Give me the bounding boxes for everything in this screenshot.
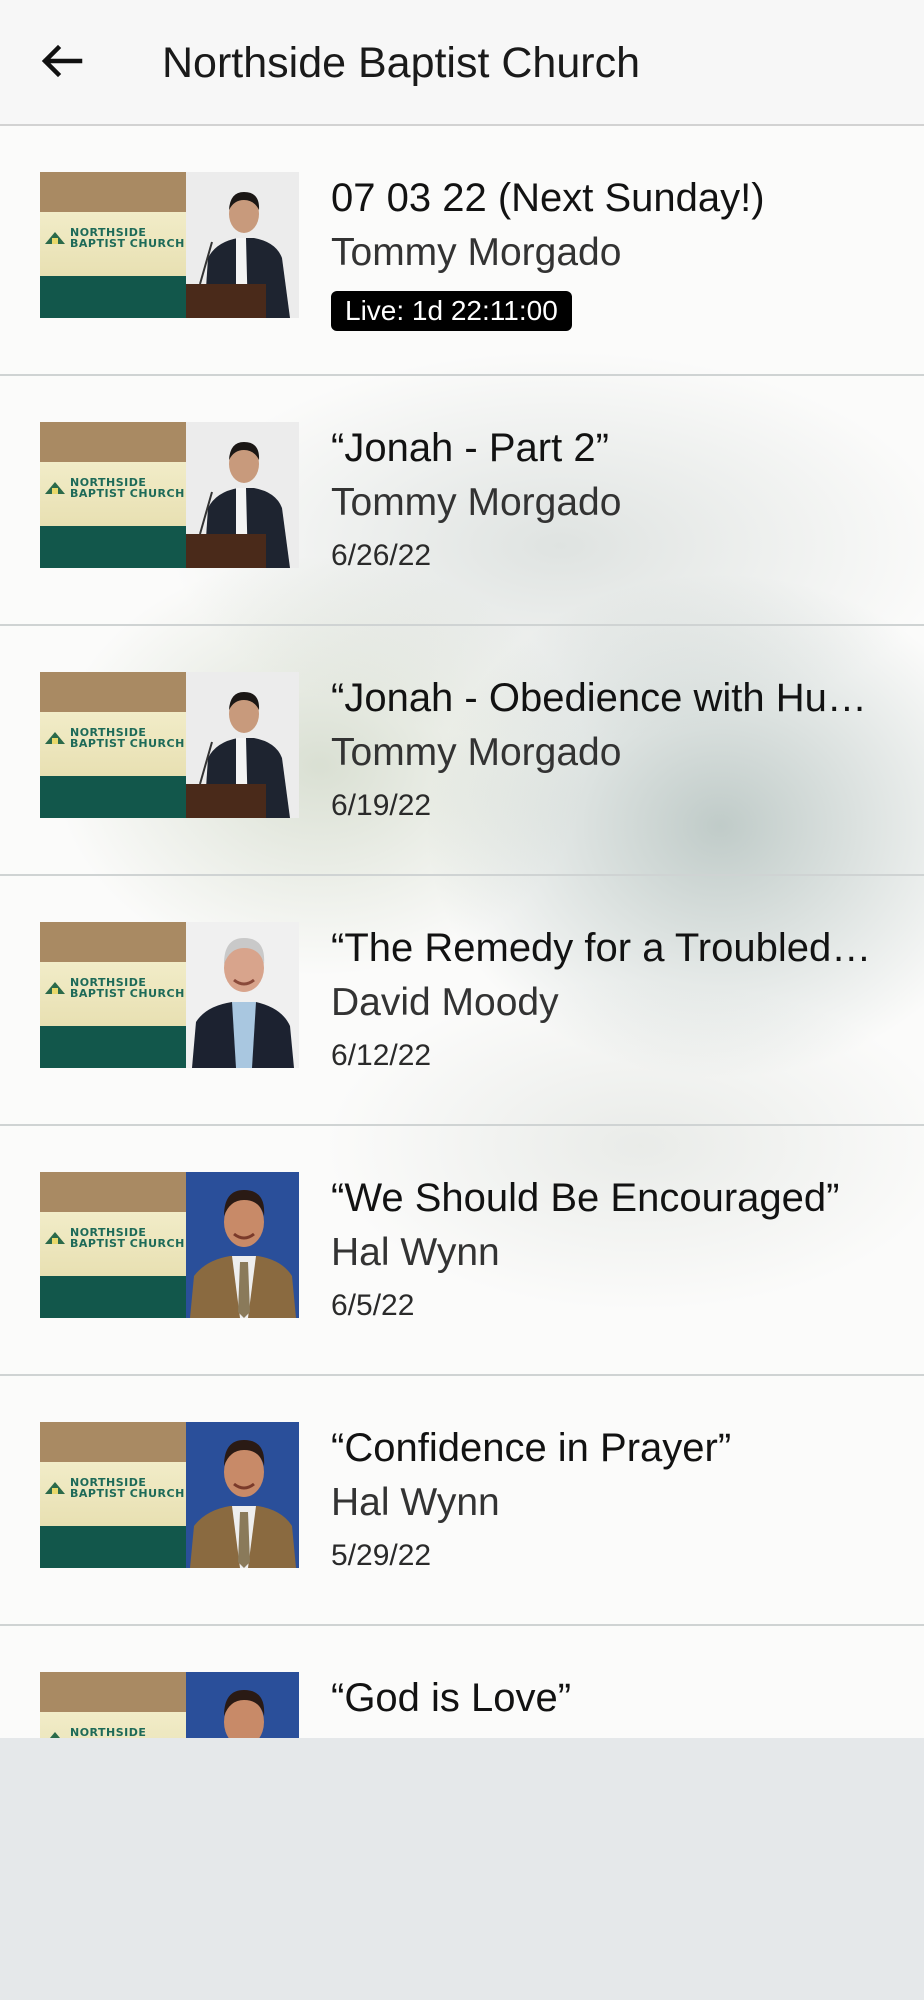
sermon-date: 6/26/22 [331,539,432,572]
speaker-photo [186,1172,299,1318]
sermon-item[interactable]: NORTHSIDE BAPTIST CHURCH “The Remedy for … [0,876,924,1126]
sermon-speaker: Tommy Morgado [331,231,622,274]
speaker-photo [186,1422,299,1568]
sermon-title: “The Remedy for a Troubled… [331,926,872,970]
church-logo: NORTHSIDEBAPTIST CHURCH [40,172,186,318]
church-logo: NORTHSIDEBAPTIST CHURCH [40,672,186,818]
back-button[interactable] [26,30,98,96]
app-bar: Northside Baptist Church [0,0,924,126]
empty-footer-area [0,1738,924,2000]
sermon-title: “God is Love” [331,1676,572,1720]
sermon-title: “Jonah - Obedience with Hu… [331,676,867,720]
live-countdown-badge: Live: 1d 22:11:00 [331,291,572,331]
sermon-list[interactable]: NORTHSIDE BAPTIST CHURCH 07 03 22 (Next S… [0,126,924,1738]
sermon-speaker: David Moody [331,981,559,1024]
sermon-item[interactable]: NORTHSIDE BAPTIST CHURCH “Jonah - Obedien… [0,626,924,876]
sermon-title: 07 03 22 (Next Sunday!) [331,176,765,220]
sermon-speaker: Tommy Morgado [331,481,622,524]
speaker-photo [186,422,299,568]
sermon-item[interactable]: NORTHSIDEBAPTIST CHURCH “God is Love” [0,1626,924,1738]
sermon-item[interactable]: NORTHSIDE BAPTIST CHURCH “Jonah - Part 2”… [0,376,924,626]
page-title: Northside Baptist Church [162,39,640,87]
sermon-item[interactable]: NORTHSIDE BAPTIST CHURCH “We Should Be En… [0,1126,924,1376]
sermon-thumbnail: NORTHSIDEBAPTIST CHURCH [40,172,299,318]
sermon-date: 6/19/22 [331,789,432,822]
sermon-thumbnail: NORTHSIDEBAPTIST CHURCH [40,1422,299,1568]
church-logo: NORTHSIDEBAPTIST CHURCH [40,1172,186,1318]
church-logo: NORTHSIDEBAPTIST CHURCH [40,1422,186,1568]
sermon-thumbnail: NORTHSIDEBAPTIST CHURCH [40,922,299,1068]
speaker-photo [186,1672,299,1738]
church-logo: NORTHSIDEBAPTIST CHURCH [40,1672,186,1738]
sermon-speaker: Hal Wynn [331,1481,500,1524]
speaker-photo [186,672,299,818]
sermon-title: “Confidence in Prayer” [331,1426,732,1470]
church-logo: NORTHSIDEBAPTIST CHURCH [40,922,186,1068]
sermon-item[interactable]: NORTHSIDE BAPTIST CHURCH 07 03 22 (Next S… [0,126,924,376]
church-logo: NORTHSIDEBAPTIST CHURCH [40,422,186,568]
sermon-speaker: Hal Wynn [331,1231,500,1274]
sermon-date: 6/12/22 [331,1039,432,1072]
sermon-thumbnail: NORTHSIDEBAPTIST CHURCH [40,1172,299,1318]
arrow-left-icon [40,44,84,83]
speaker-photo [186,922,299,1068]
sermon-date: 5/29/22 [331,1539,432,1572]
sermon-thumbnail: NORTHSIDEBAPTIST CHURCH [40,672,299,818]
sermon-item[interactable]: NORTHSIDE BAPTIST CHURCH “Confidence in P… [0,1376,924,1626]
sermon-title: “We Should Be Encouraged” [331,1176,840,1220]
sermon-title: “Jonah - Part 2” [331,426,609,470]
sermon-thumbnail: NORTHSIDEBAPTIST CHURCH [40,422,299,568]
sermon-speaker: Tommy Morgado [331,731,622,774]
sermon-date: 6/5/22 [331,1289,415,1322]
sermon-thumbnail: NORTHSIDEBAPTIST CHURCH [40,1672,299,1738]
speaker-photo [186,172,299,318]
